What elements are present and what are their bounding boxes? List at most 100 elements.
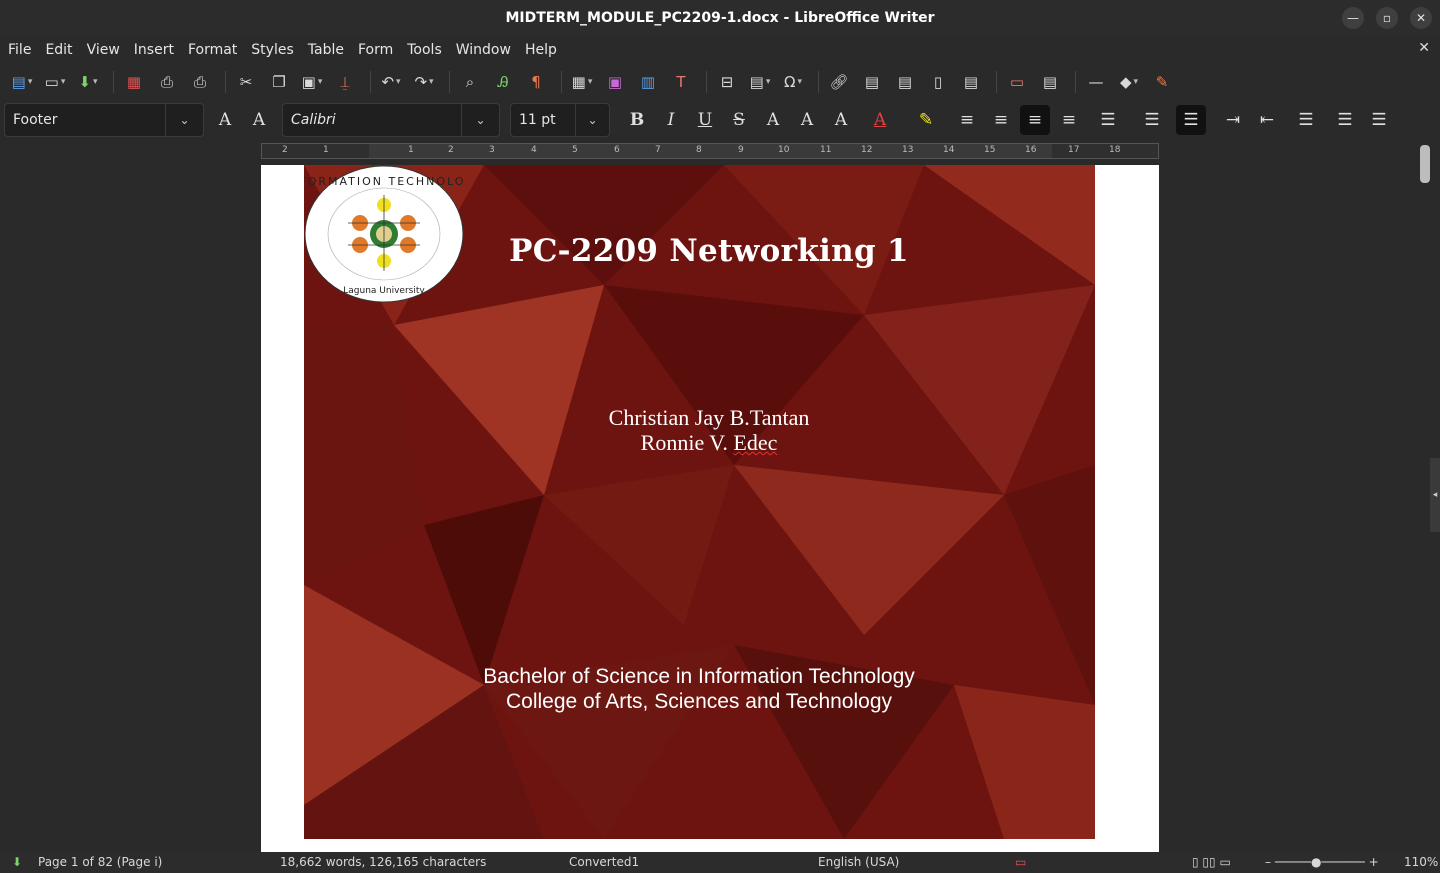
menu-tools[interactable]: Tools xyxy=(401,42,448,58)
subscript-icon[interactable]: A xyxy=(792,105,822,135)
insert-textbox-icon[interactable]: T xyxy=(667,68,695,96)
copy-icon[interactable]: ❐ xyxy=(265,68,293,96)
special-character-icon[interactable]: Ω xyxy=(779,68,807,96)
highlight-color-icon[interactable]: ✎ xyxy=(904,105,948,135)
decrease-paragraph-spacing-icon[interactable]: ☰ xyxy=(1364,105,1394,135)
paragraph-style-combo[interactable]: Footer ⌄ xyxy=(4,103,204,137)
undo-icon[interactable]: ↶ xyxy=(377,68,405,96)
hyperlink-icon[interactable]: 🔗︎ xyxy=(825,68,853,96)
view-layout-icons[interactable]: ▯ ▯▯ ▭ xyxy=(1192,855,1231,869)
find-replace-icon[interactable]: ⌕ xyxy=(456,68,484,96)
sidebar-toggle-icon[interactable]: ◂ xyxy=(1430,458,1440,532)
status-bar: ⬇ Page 1 of 82 (Page i) 18,662 words, 12… xyxy=(0,852,1440,873)
menu-form[interactable]: Form xyxy=(352,42,399,58)
outline-list-icon[interactable]: ☰ xyxy=(1176,105,1206,135)
zoom-level[interactable]: 110% xyxy=(1404,855,1438,869)
insert-image-icon[interactable]: ▣ xyxy=(601,68,629,96)
chevron-down-icon[interactable]: ⌄ xyxy=(461,104,499,136)
italic-icon[interactable]: I xyxy=(656,105,686,135)
increase-indent-icon[interactable]: ⇥ xyxy=(1218,105,1248,135)
formatting-marks-icon[interactable]: ¶ xyxy=(522,68,550,96)
selection-mode-icon[interactable]: ▭ xyxy=(1015,855,1026,869)
restore-icon[interactable]: ▫ xyxy=(1376,7,1398,29)
endnote-icon[interactable]: ▤ xyxy=(891,68,919,96)
cut-icon[interactable]: ✂ xyxy=(232,68,260,96)
insert-chart-icon[interactable]: ▥ xyxy=(634,68,662,96)
align-center-icon[interactable]: ≡ xyxy=(986,105,1016,135)
footnote-icon[interactable]: ▤ xyxy=(858,68,886,96)
formatting-toolbar: Footer ⌄ A A Calibri ⌄ 11 pt ⌄ B I U S A… xyxy=(0,100,1440,140)
align-right-icon[interactable]: ≡ xyxy=(1020,105,1050,135)
insert-line-icon[interactable]: — xyxy=(1082,68,1110,96)
new-style-icon[interactable]: A xyxy=(244,105,274,135)
close-document-icon[interactable]: ✕ xyxy=(1418,40,1430,56)
menu-file[interactable]: File xyxy=(2,42,37,58)
menu-format[interactable]: Format xyxy=(182,42,243,58)
document-modified-icon[interactable]: ⬇ xyxy=(12,855,22,869)
ruler-tick: 17 xyxy=(1068,145,1080,155)
track-changes-icon[interactable]: ▤ xyxy=(1036,68,1064,96)
shadow-icon[interactable]: A xyxy=(826,105,856,135)
font-color-icon[interactable]: A xyxy=(860,105,900,135)
ordered-list-icon[interactable]: ☰ xyxy=(1132,105,1172,135)
draw-function-icon[interactable]: ✎ xyxy=(1148,68,1176,96)
spellcheck-icon[interactable]: Ꭿ xyxy=(489,68,517,96)
align-left-icon[interactable]: ≡ xyxy=(952,105,982,135)
ruler-tick: 12 xyxy=(861,145,873,155)
comment-icon[interactable]: ▭ xyxy=(1003,68,1031,96)
menu-view[interactable]: View xyxy=(81,42,126,58)
page-number-status[interactable]: Page 1 of 82 (Page i) xyxy=(38,855,162,869)
chevron-down-icon[interactable]: ⌄ xyxy=(165,104,203,136)
export-pdf-icon[interactable]: ▦ xyxy=(120,68,148,96)
print-icon[interactable]: ⎙ xyxy=(153,68,181,96)
page-style-status[interactable]: Converted1 xyxy=(569,855,639,869)
menu-edit[interactable]: Edit xyxy=(39,42,78,58)
zoom-slider[interactable]: – ─────●────── + xyxy=(1265,855,1379,869)
ruler-tick: 7 xyxy=(655,145,661,155)
print-preview-icon[interactable]: ⎙ xyxy=(186,68,214,96)
language-status[interactable]: English (USA) xyxy=(818,855,899,869)
insert-table-icon[interactable]: ▦ xyxy=(568,68,596,96)
close-window-icon[interactable]: ✕ xyxy=(1410,7,1432,29)
decrease-indent-icon[interactable]: ⇤ xyxy=(1252,105,1282,135)
chevron-down-icon[interactable]: ⌄ xyxy=(575,104,609,136)
minimize-icon[interactable]: — xyxy=(1342,7,1364,29)
insert-field-icon[interactable]: ▤ xyxy=(746,68,774,96)
basic-shapes-icon[interactable]: ◆ xyxy=(1115,68,1143,96)
document-page[interactable]: PC-2209 Networking 1 Christian Jay B.Tan… xyxy=(261,165,1159,852)
new-document-icon[interactable]: ▤ xyxy=(8,68,36,96)
svg-text:Laguna University: Laguna University xyxy=(343,286,425,296)
superscript-icon[interactable]: A xyxy=(758,105,788,135)
menu-table[interactable]: Table xyxy=(302,42,350,58)
font-name-combo[interactable]: Calibri ⌄ xyxy=(282,103,500,137)
line-spacing-icon[interactable]: ☰ xyxy=(1286,105,1326,135)
page-break-icon[interactable]: ⊟ xyxy=(713,68,741,96)
clone-formatting-icon[interactable]: ⍊ xyxy=(331,68,359,96)
open-folder-icon[interactable]: ▭ xyxy=(41,68,69,96)
justify-icon[interactable]: ≡ xyxy=(1054,105,1084,135)
horizontal-ruler[interactable]: 2 1 1 2 3 4 5 6 7 8 9 10 11 12 13 14 15 … xyxy=(261,143,1159,159)
cross-reference-icon[interactable]: ▤ xyxy=(957,68,985,96)
unordered-list-icon[interactable]: ☰ xyxy=(1088,105,1128,135)
menu-window[interactable]: Window xyxy=(450,42,517,58)
vertical-scrollbar-thumb[interactable] xyxy=(1420,145,1430,183)
redo-icon[interactable]: ↷ xyxy=(410,68,438,96)
strikethrough-icon[interactable]: S xyxy=(724,105,754,135)
degree-program: Bachelor of Science in Information Techn… xyxy=(483,665,915,688)
paste-icon[interactable]: ▣ xyxy=(298,68,326,96)
update-style-icon[interactable]: A xyxy=(210,105,240,135)
ruler-tick: 1 xyxy=(408,145,414,155)
bookmark-icon[interactable]: ▯ xyxy=(924,68,952,96)
increase-paragraph-spacing-icon[interactable]: ☰ xyxy=(1330,105,1360,135)
ruler-tick: 15 xyxy=(984,145,996,155)
underline-icon[interactable]: U xyxy=(690,105,720,135)
bold-icon[interactable]: B xyxy=(622,105,652,135)
menu-styles[interactable]: Styles xyxy=(245,42,299,58)
word-count-status[interactable]: 18,662 words, 126,165 characters xyxy=(280,855,486,869)
menu-insert[interactable]: Insert xyxy=(128,42,180,58)
font-size-combo[interactable]: 11 pt ⌄ xyxy=(510,103,610,137)
save-icon[interactable]: ⬇ xyxy=(74,68,102,96)
separator xyxy=(449,71,450,93)
font-size-value: 11 pt xyxy=(519,112,556,128)
menu-help[interactable]: Help xyxy=(519,42,563,58)
